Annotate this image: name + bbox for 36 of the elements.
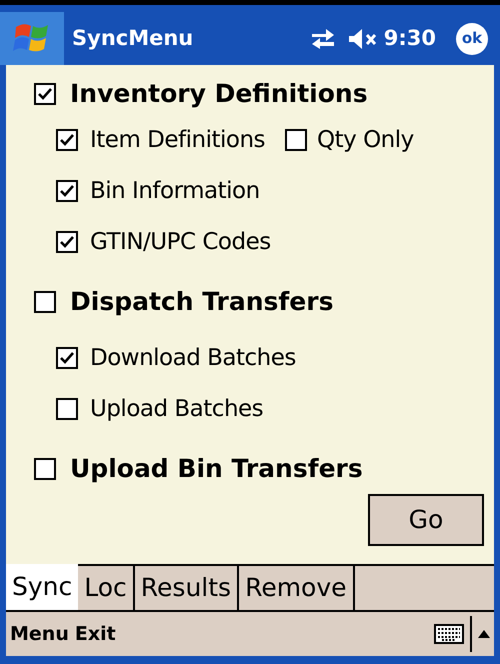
checkbox[interactable] (34, 83, 56, 105)
tab[interactable]: Results (134, 564, 240, 610)
tab[interactable]: Remove (239, 564, 355, 610)
checkbox[interactable] (56, 398, 78, 420)
check-icon (60, 185, 74, 197)
checkbox[interactable] (285, 129, 308, 151)
option-label: Qty Only (317, 126, 414, 155)
checkbox[interactable] (56, 180, 78, 202)
checkbox[interactable] (56, 129, 78, 151)
tab[interactable]: Loc (78, 564, 135, 610)
option-label: Item Definitions (90, 126, 266, 155)
checkbox[interactable] (34, 458, 56, 480)
option-label: GTIN/UPC Codes (90, 228, 271, 257)
option-label: Bin Information (90, 176, 260, 206)
menu-button[interactable]: Exit (74, 620, 116, 648)
ok-button[interactable]: ok (456, 22, 488, 54)
check-icon (60, 134, 74, 146)
keyboard-icon[interactable] (434, 624, 464, 644)
section-label: Inventory Definitions (70, 78, 368, 110)
sync-arrows-icon (310, 28, 336, 50)
section-label: Dispatch Transfers (70, 286, 334, 318)
checkbox[interactable] (56, 231, 78, 253)
checkbox[interactable] (56, 347, 78, 369)
window-title: SyncMenu (72, 24, 194, 52)
go-button[interactable]: Go (368, 494, 484, 546)
option-label: Upload Batches (90, 394, 264, 424)
check-icon (60, 236, 74, 248)
check-icon (38, 88, 52, 100)
section-label: Upload Bin Transfers (70, 453, 363, 486)
up-arrow-icon[interactable] (478, 630, 490, 638)
check-icon (60, 352, 74, 364)
option-label: Download Batches (90, 344, 296, 373)
clock-time: 9:30 (384, 24, 436, 52)
tab[interactable]: Sync (6, 564, 78, 610)
menu-button[interactable]: Menu (10, 620, 69, 648)
checkbox[interactable] (34, 291, 56, 313)
